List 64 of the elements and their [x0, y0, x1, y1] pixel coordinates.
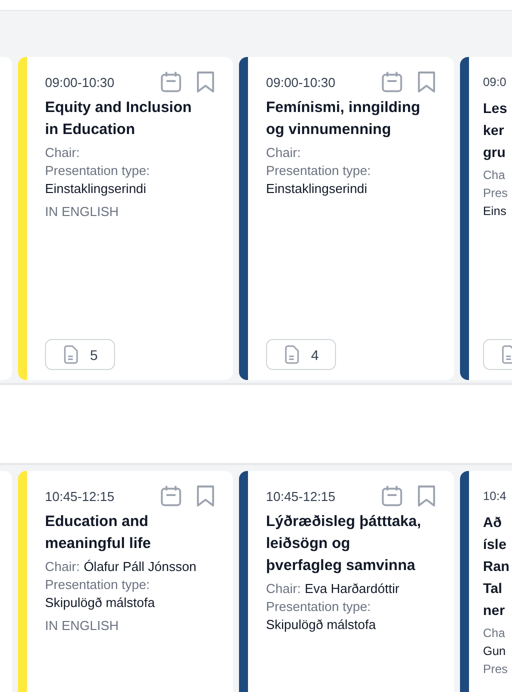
session-card[interactable]: 10:45-12:15 Lýðræðisleg þátttaka, leiðsögn og þverfagleg samvinna Chair: Eva Harðardóttir Presentation type: Skipulögð málstofa	[239, 471, 454, 692]
session-title: Les	[483, 99, 508, 118]
session-title: ner	[483, 601, 506, 620]
bookmark-icon[interactable]	[196, 70, 215, 94]
session-time: 09:0	[483, 75, 506, 89]
chair-label: Cha	[483, 167, 506, 184]
session-card[interactable]: 09:00-10:30 Femínismi, inngilding og vinnumenning Chair: Presentation type: Einstaklingserindi 4	[239, 57, 454, 380]
session-title: in Education	[45, 120, 136, 140]
session-title: meaningful life	[45, 534, 151, 554]
calendar-icon[interactable]	[160, 484, 182, 508]
presentation-type: Eins	[483, 203, 506, 220]
session-title: ker	[483, 121, 506, 140]
session-time: 09:00-10:30	[45, 74, 114, 90]
session-title: Að	[483, 513, 503, 532]
documents-button[interactable]: 4	[266, 339, 336, 370]
calendar-icon[interactable]	[381, 484, 403, 508]
session-time: 10:45-12:15	[45, 488, 114, 504]
card-background[interactable]: 09:0 Les ker gru Cha Pres Eins	[460, 57, 512, 380]
type-label: Presentation type:	[45, 162, 150, 180]
session-title: ísle	[483, 535, 508, 554]
session-title: og vinnumenning	[266, 120, 392, 140]
session-title: gru	[483, 143, 507, 162]
session-title: Education and	[45, 512, 150, 532]
session-title: Lýðræðisleg þátttaka,	[266, 512, 422, 532]
language-tag: IN ENGLISH	[45, 204, 119, 219]
document-icon	[501, 345, 512, 364]
type-label: Presentation type:	[266, 162, 371, 180]
chair-label: Chair:	[45, 558, 80, 576]
document-icon	[284, 345, 299, 364]
documents-button[interactable]: 5	[45, 339, 115, 370]
session-title: leiðsögn og	[266, 534, 352, 554]
type-label: Presentation type:	[45, 576, 150, 594]
presentation-type: Skipulögð málstofa	[45, 594, 155, 612]
document-icon	[63, 345, 78, 364]
presentation-type: Skipulögð málstofa	[266, 616, 376, 634]
card-background[interactable]: 10:4 Að ísle Ran Tal ner Cha Gun Pres	[460, 471, 512, 692]
session-title: Femínismi, inngilding	[266, 98, 420, 118]
chair-label: Chair:	[266, 144, 301, 162]
chair-label: Chair:	[45, 144, 80, 162]
type-label: Pres	[483, 185, 508, 202]
session-time: 10:4	[483, 489, 506, 503]
chair-name: Gun	[483, 643, 506, 660]
presentation-type: Einstaklingserindi	[45, 180, 146, 198]
type-label: Presentation type:	[266, 598, 371, 616]
session-time: 10:45-12:15	[266, 488, 336, 504]
session-title: þverfagleg samvinna	[266, 556, 416, 576]
chair-label: Chair:	[266, 580, 301, 598]
chair-label: Cha	[483, 625, 506, 642]
language-tag: IN ENGLISH	[45, 618, 119, 633]
session-title: Equity and Inclusion	[45, 98, 192, 118]
chair-name: Eva Harðardóttir	[304, 580, 400, 598]
type-label: Pres	[483, 661, 508, 678]
calendar-icon[interactable]	[381, 70, 403, 94]
bookmark-icon[interactable]	[417, 70, 436, 94]
calendar-icon[interactable]	[160, 70, 182, 94]
chair-name: Ólafur Páll Jónsson	[84, 558, 196, 576]
session-title: Tal	[483, 579, 504, 598]
session-time: 09:00-10:30	[266, 74, 336, 90]
bookmark-icon[interactable]	[196, 484, 215, 508]
session-card[interactable]: 10:45-12:15 Education and meaningful life Chair: Ólafur Páll Jónsson Presentation type: Skipulögð málstofa IN ENGLISH	[18, 471, 233, 692]
presentation-type: Einstaklingserindi	[266, 180, 368, 198]
session-title: Ran	[483, 557, 510, 576]
session-card[interactable]: 09:00-10:30 Equity and Inclusion in Education Chair: Presentation type: Einstaklingserindi IN ENGLISH 5	[18, 57, 233, 380]
bookmark-icon[interactable]	[417, 484, 436, 508]
